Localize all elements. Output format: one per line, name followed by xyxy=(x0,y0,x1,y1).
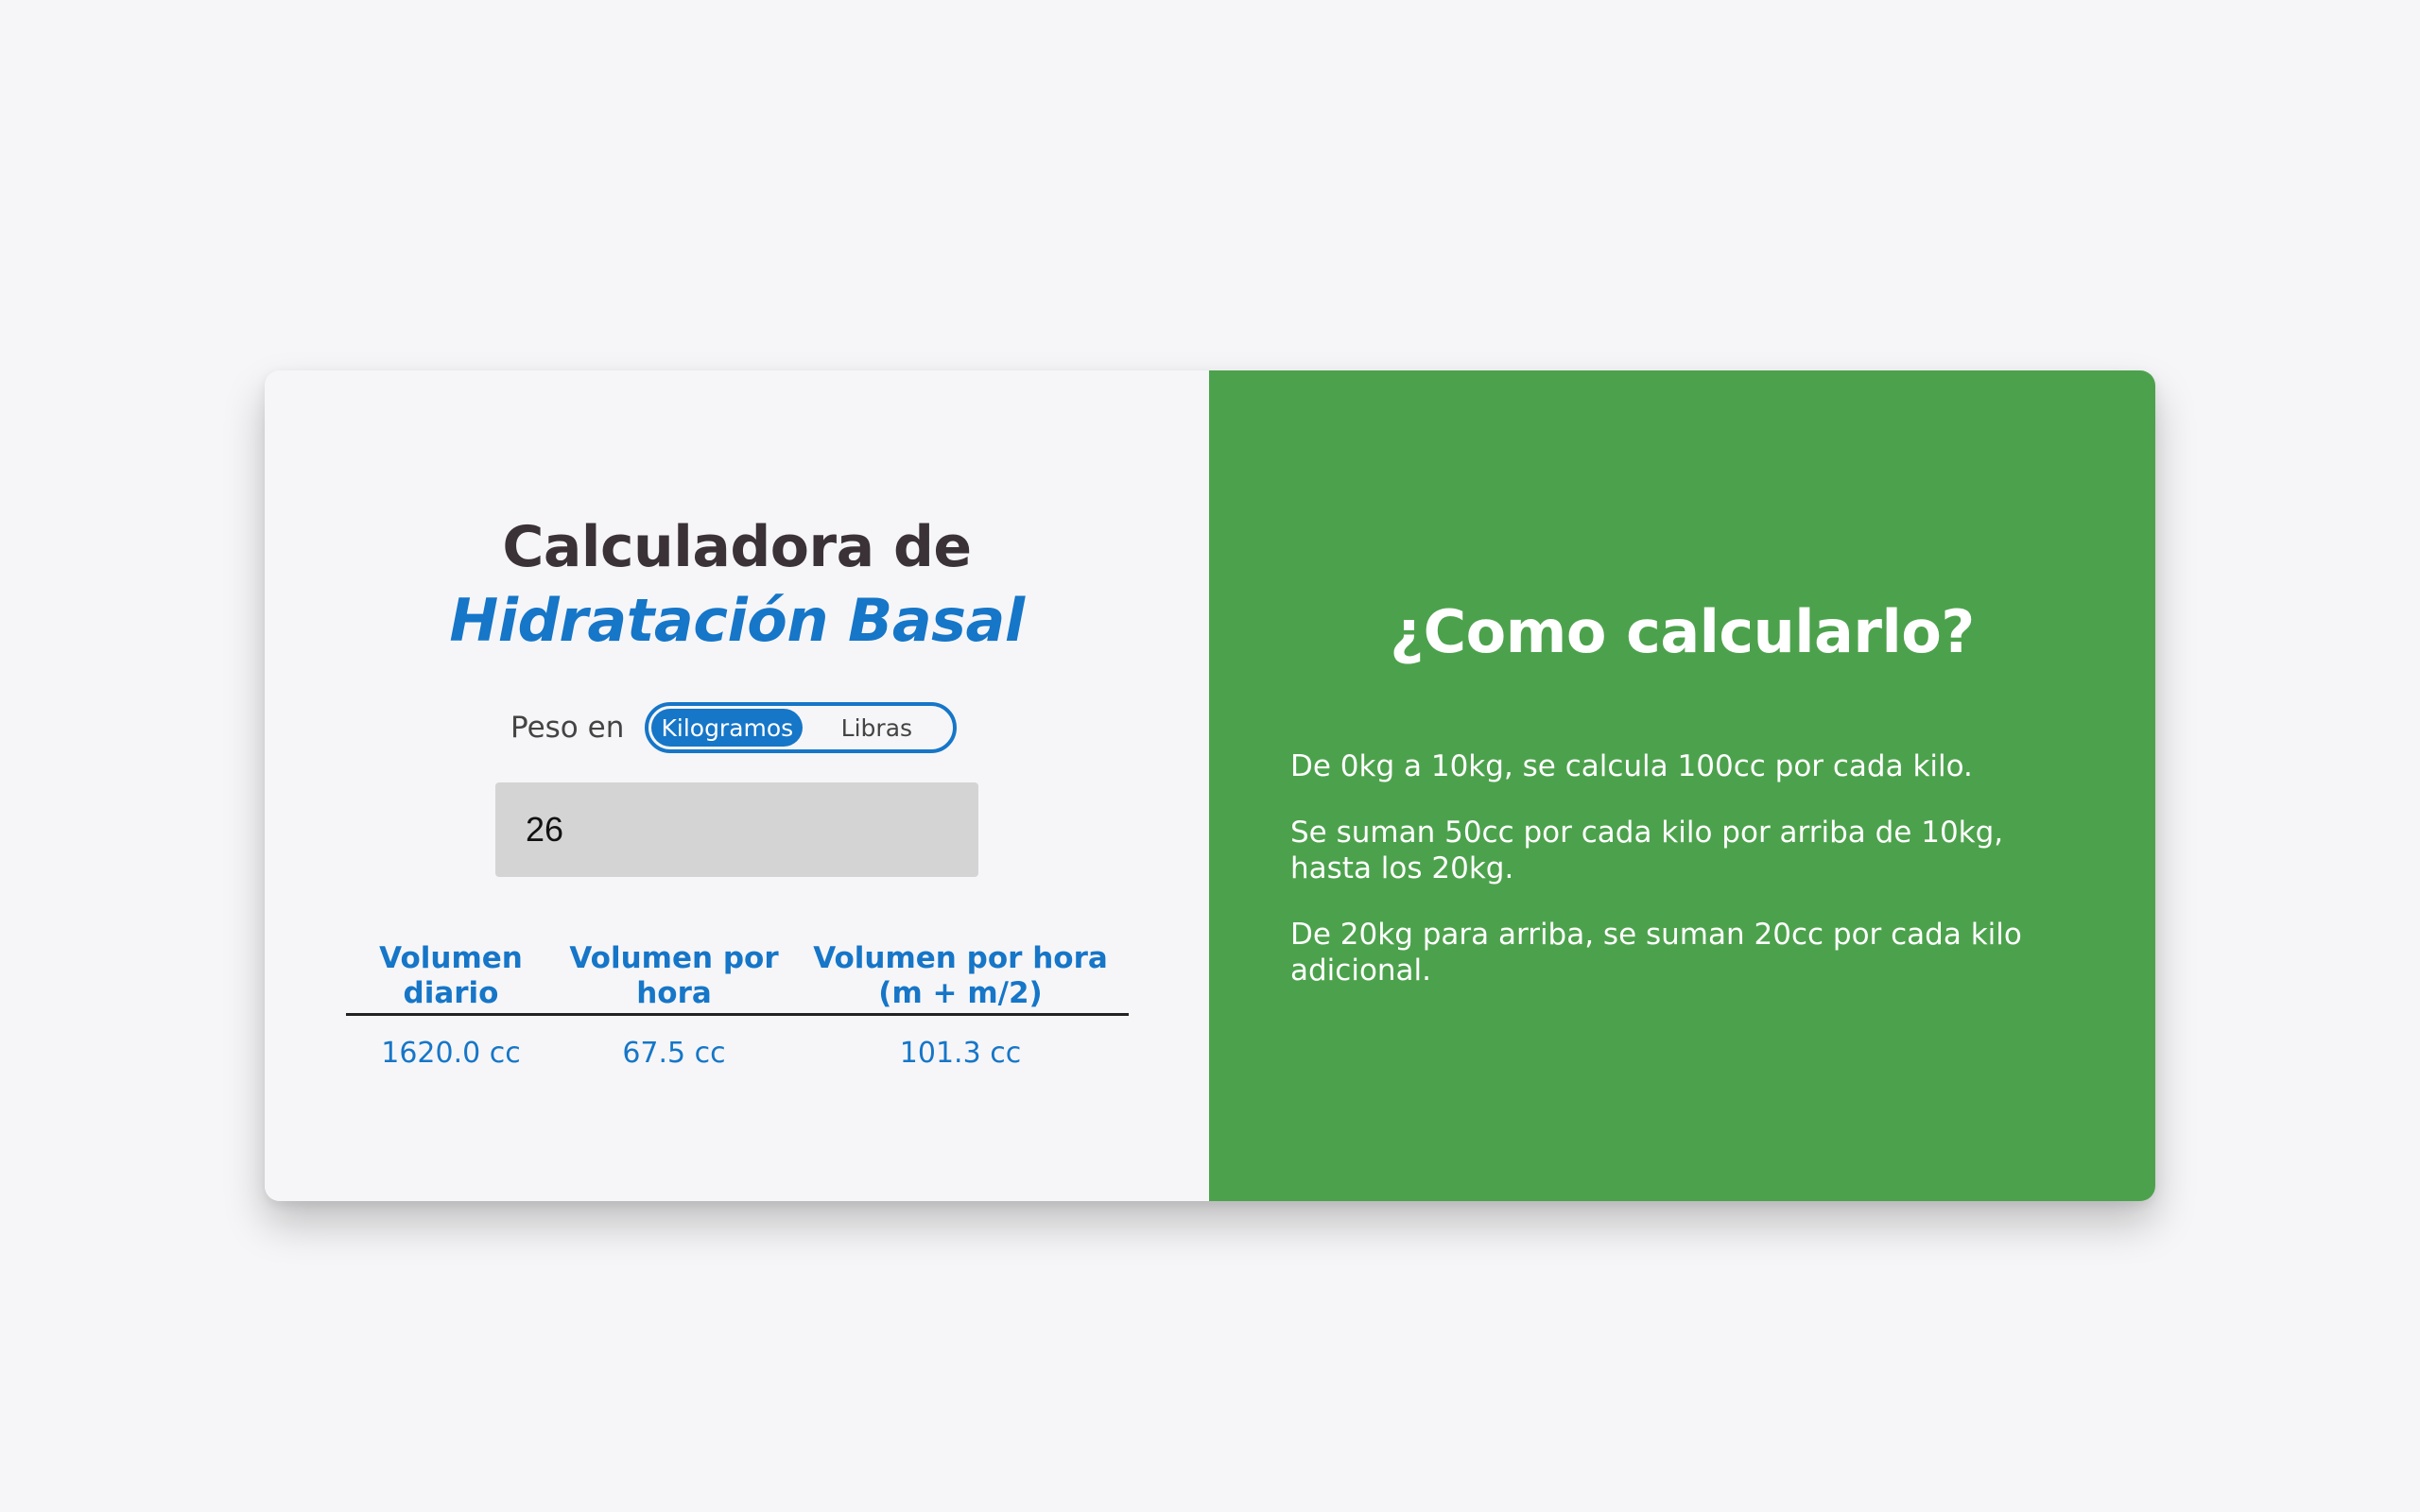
header-volumen-por-hora-m: Volumen por hora (m + m/2) xyxy=(813,941,1108,1010)
unit-option-libras[interactable]: Libras xyxy=(803,709,950,747)
page-title-highlight: Hidratación Basal xyxy=(449,586,1025,655)
calculator-panel: Calculadora de Hidratación Basal Peso en… xyxy=(265,370,1209,1201)
unit-label: Peso en xyxy=(510,711,625,745)
results-table: Volumen diario Volumen por hora Volumen … xyxy=(346,941,1129,1070)
rule-item: Se suman 50cc por cada kilo por arriba d… xyxy=(1290,816,2004,885)
value-volumen-por-hora-m: 101.3 cc xyxy=(899,1037,1022,1070)
page-title: Calculadora de xyxy=(502,514,972,580)
results-value-row: 1620.0 cc 67.5 cc 101.3 cc xyxy=(346,1037,1129,1070)
info-panel: ¿Como calcularlo? De 0kg a 10kg, se calc… xyxy=(1209,370,2155,1201)
value-volumen-por-hora: 67.5 cc xyxy=(622,1037,726,1070)
header-volumen-por-hora: Volumen por hora xyxy=(569,941,779,1010)
weight-input[interactable] xyxy=(495,782,978,877)
unit-toggle[interactable]: Kilogramos Libras xyxy=(645,702,958,753)
calculator-card: Calculadora de Hidratación Basal Peso en… xyxy=(265,370,2155,1201)
info-title: ¿Como calcularlo? xyxy=(1390,597,1975,666)
unit-selector-row: Peso en Kilogramos Libras xyxy=(510,699,958,756)
value-volumen-diario: 1620.0 cc xyxy=(381,1037,521,1070)
info-rules: De 0kg a 10kg, se calcula 100cc por cada… xyxy=(1290,748,2066,1019)
header-volumen-diario: Volumen diario xyxy=(379,941,523,1010)
results-header-row: Volumen diario Volumen por hora Volumen … xyxy=(346,941,1129,1016)
rule-item: De 20kg para arriba, se suman 20cc por c… xyxy=(1290,918,2022,988)
unit-option-kilogramos[interactable]: Kilogramos xyxy=(651,709,804,747)
rule-item: De 0kg a 10kg, se calcula 100cc por cada… xyxy=(1290,749,1973,783)
